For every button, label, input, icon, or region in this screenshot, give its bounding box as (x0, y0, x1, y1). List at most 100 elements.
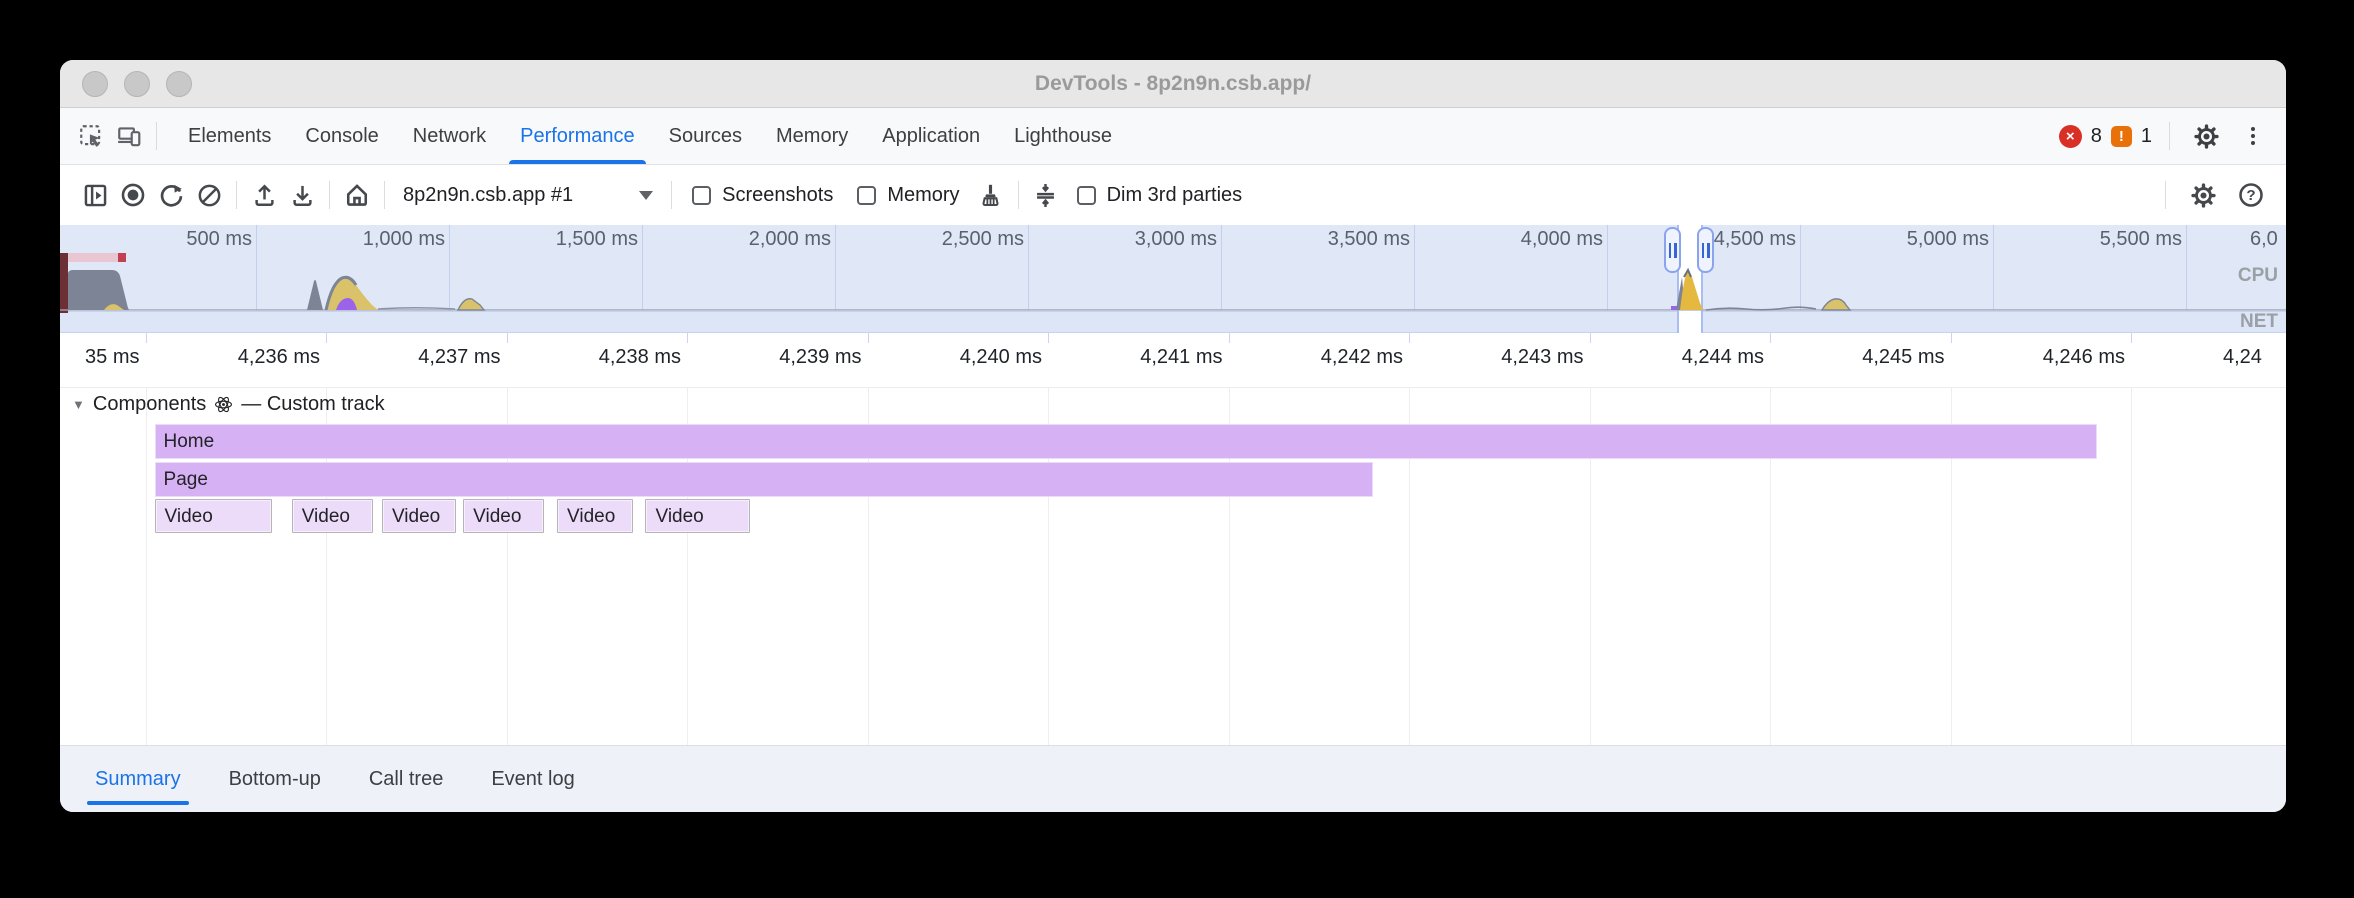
track-title-prefix: Components (93, 393, 206, 416)
ruler-tick (1229, 333, 1230, 343)
target-selector[interactable]: 8p2n9n.csb.app #1 (403, 184, 653, 207)
bottom-tabs: Summary Bottom-up Call tree Event log (93, 746, 621, 812)
track-gridline (2131, 388, 2132, 745)
track-entry-video[interactable]: Video (463, 499, 544, 533)
tab-network[interactable]: Network (396, 108, 503, 164)
svg-text:?: ? (2246, 187, 2255, 204)
dim-3rd-parties-checkbox[interactable]: Dim 3rd parties (1077, 184, 1243, 207)
tab-sources[interactable]: Sources (652, 108, 759, 164)
ruler-tick-label: 4,238 ms (521, 346, 681, 369)
ruler-tick-label: 4,243 ms (1424, 346, 1584, 369)
track-entry-video[interactable]: Video (292, 499, 373, 533)
screenshots-label: Screenshots (722, 184, 833, 207)
dim-3rd-parties-label: Dim 3rd parties (1107, 184, 1243, 207)
selection-handle-left[interactable] (1664, 227, 1681, 273)
checkbox-icon (692, 186, 711, 205)
tab-console[interactable]: Console (288, 108, 395, 164)
memory-checkbox[interactable]: Memory (857, 184, 959, 207)
track-entry-video[interactable]: Video (645, 499, 750, 533)
cpu-lane-label: CPU (2238, 265, 2278, 287)
overview-tick-label: 1,000 ms (295, 228, 445, 251)
track-entry-video[interactable]: Video (155, 499, 272, 533)
timeline-overview[interactable]: CPU NET 500 ms1,000 ms1,500 ms2,000 ms2,… (60, 225, 2286, 333)
ruler-tick-label: 4,236 ms (160, 346, 320, 369)
memory-label: Memory (887, 184, 959, 207)
clear-icon[interactable] (190, 176, 228, 214)
target-selector-value: 8p2n9n.csb.app #1 (403, 184, 573, 207)
flamechart-track-area[interactable]: ▼ Components — Custom track HomePageVide… (60, 388, 2286, 745)
ruler-tick-label: 4,246 ms (1965, 346, 2125, 369)
ruler-tick-label: 4,241 ms (1063, 346, 1223, 369)
devtools-tabbar: ElementsConsoleNetworkPerformanceSources… (60, 108, 2286, 165)
bottom-tab-bottom-up[interactable]: Bottom-up (227, 746, 323, 812)
panel-tabs: ElementsConsoleNetworkPerformanceSources… (171, 108, 1129, 164)
ruler-tick-label: 4,242 ms (1243, 346, 1403, 369)
collapse-arrow-icon[interactable]: ▼ (72, 397, 85, 412)
error-count[interactable]: 8 (2091, 125, 2102, 148)
track-entry-video[interactable]: Video (382, 499, 456, 533)
device-toolbar-icon[interactable] (110, 117, 148, 155)
help-icon[interactable]: ? (2232, 176, 2270, 214)
performance-toolbar: 8p2n9n.csb.app #1 Screenshots Memory D (60, 165, 2286, 225)
ruler-tick-label: 4,24 (2223, 346, 2262, 369)
error-badge-icon[interactable]: × (2059, 125, 2082, 148)
divider (384, 181, 385, 209)
track-entry-video[interactable]: Video (557, 499, 633, 533)
checkbox-icon (857, 186, 876, 205)
ruler-tick-label: 4,239 ms (702, 346, 862, 369)
tab-elements[interactable]: Elements (171, 108, 288, 164)
custom-track-header[interactable]: ▼ Components — Custom track (72, 393, 385, 416)
selection-handle-right[interactable] (1697, 227, 1714, 273)
track-entry-page[interactable]: Page (155, 462, 1373, 497)
toolbar-right-cluster: ? (2157, 176, 2270, 214)
tab-performance[interactable]: Performance (503, 108, 652, 164)
titlebar: DevTools - 8p2n9n.csb.app/ (60, 60, 2286, 108)
overview-tick-label: 2,000 ms (681, 228, 831, 251)
ruler-tick (1770, 333, 1771, 343)
ruler-tick (326, 333, 327, 343)
download-icon[interactable] (283, 176, 321, 214)
divider (236, 181, 237, 209)
ruler-tick (1951, 333, 1952, 343)
desktop-background: DevTools - 8p2n9n.csb.app/ ElementsConso… (0, 0, 2354, 898)
reload-icon[interactable] (152, 176, 190, 214)
inspect-icon[interactable] (72, 117, 110, 155)
ruler-tick-label: 35 ms (60, 346, 140, 369)
ruler-tick (1048, 333, 1049, 343)
overview-tick-label: 4,000 ms (1453, 228, 1603, 251)
tab-memory[interactable]: Memory (759, 108, 865, 164)
bottom-tab-event-log[interactable]: Event log (489, 746, 576, 812)
divider (2165, 181, 2166, 209)
overview-tick-label: 3,500 ms (1260, 228, 1410, 251)
divider (156, 122, 157, 150)
upload-icon[interactable] (245, 176, 283, 214)
ruler-tick-label: 4,240 ms (882, 346, 1042, 369)
tab-lighthouse[interactable]: Lighthouse (997, 108, 1129, 164)
atom-icon (214, 395, 233, 414)
warning-count[interactable]: 1 (2141, 125, 2152, 148)
overview-tick-label: 6,0 (2250, 228, 2286, 251)
screenshots-checkbox[interactable]: Screenshots (692, 184, 833, 207)
overview-tick-label: 1,500 ms (488, 228, 638, 251)
overview-tick-label: 5,500 ms (2032, 228, 2182, 251)
panel-toggle-icon[interactable] (76, 176, 114, 214)
ruler-tick-label: 4,245 ms (1785, 346, 1945, 369)
bottom-tab-summary[interactable]: Summary (93, 746, 183, 812)
tabbar-right-cluster: × 8 ! 1 (2059, 117, 2272, 155)
collapse-icon[interactable] (1027, 176, 1065, 214)
gc-brush-icon[interactable] (972, 176, 1010, 214)
gear-icon[interactable] (2187, 117, 2225, 155)
track-entry-home[interactable]: Home (155, 424, 2097, 459)
home-icon[interactable] (338, 176, 376, 214)
overview-tick-label: 2,500 ms (874, 228, 1024, 251)
ruler-tick (507, 333, 508, 343)
ruler-tick (868, 333, 869, 343)
ruler-tick (1590, 333, 1591, 343)
tab-application[interactable]: Application (865, 108, 997, 164)
ruler-tick (2131, 333, 2132, 343)
gear-icon[interactable] (2184, 176, 2222, 214)
record-icon[interactable] (114, 176, 152, 214)
kebab-menu-icon[interactable] (2234, 117, 2272, 155)
bottom-tab-call-tree[interactable]: Call tree (367, 746, 445, 812)
warning-badge-icon[interactable]: ! (2111, 126, 2132, 147)
